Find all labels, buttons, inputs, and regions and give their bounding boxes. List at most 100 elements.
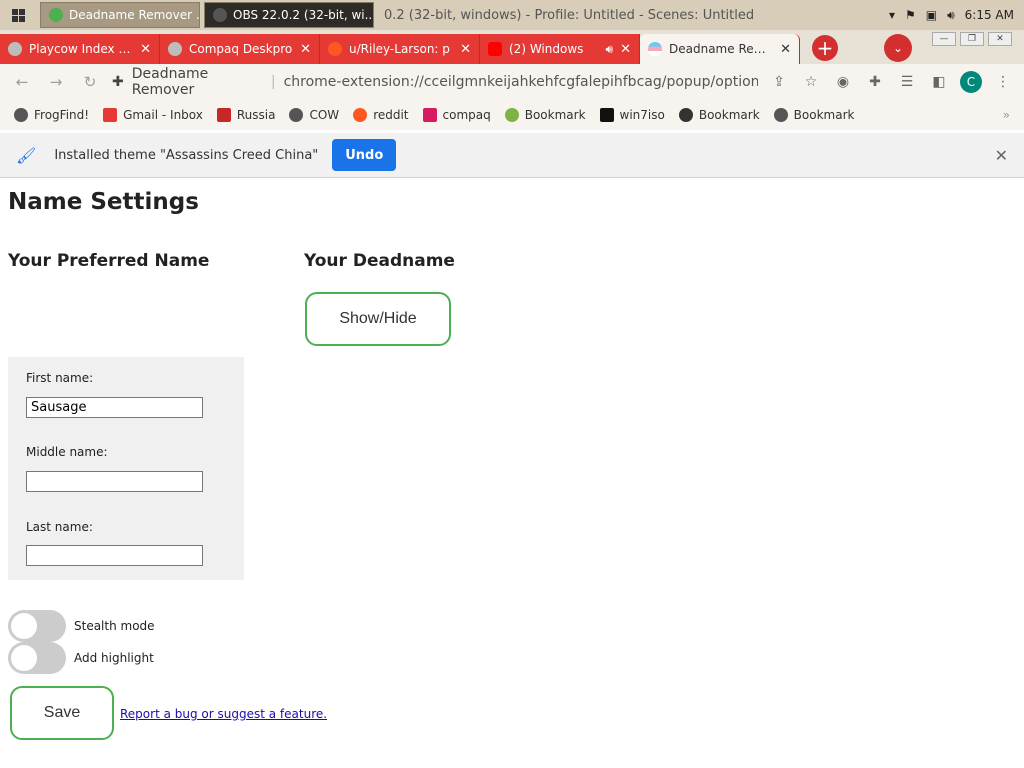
extension-puzzle-icon: ✚ (112, 74, 124, 90)
tab-deadname-remover[interactable]: Deadname Remov ✕ (640, 34, 800, 64)
bookmark-label: reddit (373, 108, 409, 122)
side-panel-icon[interactable]: ◧ (928, 74, 950, 90)
taskbar-button-chrome[interactable]: Deadname Remover ... (40, 2, 200, 28)
deadname-heading: Your Deadname (304, 251, 455, 271)
new-tab-button[interactable]: + (812, 35, 838, 61)
tray-chevron-icon[interactable]: ▾ (889, 8, 895, 22)
middle-name-field[interactable] (26, 471, 203, 492)
bookmark-label: Gmail - Inbox (123, 108, 203, 122)
tab-playcow[interactable]: Playcow Index fro ✕ (0, 34, 160, 64)
close-icon[interactable]: ✕ (140, 42, 151, 57)
reddit-icon (353, 108, 368, 122)
chrome-icon (49, 8, 63, 22)
bookmark-item[interactable]: FrogFind! (14, 108, 89, 122)
infobar-message: Installed theme "Assassins Creed China" (54, 147, 319, 163)
add-highlight-label: Add highlight (74, 651, 154, 665)
globe-icon (773, 108, 788, 122)
reading-list-icon[interactable]: ☰ (896, 74, 918, 90)
toggle-knob (11, 613, 37, 639)
bookmark-label: Russia (236, 108, 276, 122)
tab-label: (2) Windows (509, 42, 584, 56)
forward-icon[interactable]: → (44, 73, 68, 91)
tab-search-button[interactable]: ⌄ (884, 34, 912, 62)
restore-icon[interactable]: ❐ (960, 32, 984, 46)
url-text: chrome-extension://cceilgmnkeijahkehfcgf… (283, 74, 758, 90)
network-icon[interactable]: ▣ (926, 8, 937, 22)
report-bug-link[interactable]: Report a bug or suggest a feature. (120, 707, 327, 721)
obs-icon (213, 8, 227, 22)
menu-kebab-icon[interactable]: ⋮ (992, 74, 1014, 90)
clock[interactable]: 6:15 AM (965, 8, 1014, 22)
preferred-name-heading: Your Preferred Name (8, 251, 210, 271)
more-bookmarks-icon[interactable]: » (1003, 108, 1010, 122)
stealth-mode-toggle[interactable] (8, 610, 66, 642)
bookmarks-bar: FrogFind! Gmail - Inbox Russia COW reddi… (0, 100, 1024, 130)
highlight-row: Add highlight (8, 642, 154, 674)
trans-flag-icon (648, 42, 662, 56)
bookmark-item[interactable]: reddit (353, 108, 409, 122)
bookmark-item[interactable]: win7iso (599, 108, 665, 122)
close-icon[interactable]: ✕ (460, 42, 471, 57)
windows-icon (11, 8, 25, 22)
bookmark-item[interactable]: compaq (422, 108, 491, 122)
volume-icon[interactable]: 🔊︎ (947, 8, 955, 23)
globe-icon (168, 42, 182, 56)
tab-label: Deadname Remov (669, 42, 774, 56)
profile-avatar[interactable]: C (960, 71, 982, 93)
show-hide-button[interactable]: Show/Hide (305, 292, 451, 346)
start-button[interactable] (0, 0, 36, 30)
flag-icon[interactable]: ⚑ (905, 8, 916, 22)
close-icon[interactable]: ✕ (995, 146, 1008, 165)
close-icon[interactable]: ✕ (780, 42, 791, 57)
save-button[interactable]: Save (10, 686, 114, 740)
extensions-puzzle-icon[interactable]: ✚ (864, 74, 886, 90)
bookmark-item[interactable]: Russia (216, 108, 276, 122)
globe-icon (289, 108, 304, 122)
bookmark-label: Bookmark (698, 108, 760, 122)
tab-reddit[interactable]: u/Riley-Larson: p ✕ (320, 34, 480, 64)
tab-label: Compaq Deskpro (189, 42, 293, 56)
close-icon[interactable]: ✕ (300, 42, 311, 57)
extension-icon[interactable]: ◉ (832, 74, 854, 90)
globe-icon (14, 108, 28, 122)
share-icon[interactable]: ⇪ (768, 74, 790, 90)
bookmark-label: Bookmark (793, 108, 855, 122)
youtube-icon (488, 42, 502, 56)
bookmark-item[interactable]: Bookmark (678, 108, 760, 122)
bookmark-item[interactable]: Gmail - Inbox (103, 108, 203, 122)
taskbar-button-obs[interactable]: OBS 22.0.2 (32-bit, wi... (204, 2, 374, 28)
reload-icon[interactable]: ↻ (78, 73, 102, 91)
last-name-field[interactable] (26, 545, 203, 566)
skull-icon (678, 108, 693, 122)
tab-compaq[interactable]: Compaq Deskpro ✕ (160, 34, 320, 64)
first-name-field[interactable] (26, 397, 203, 418)
options-page: Name Settings Your Preferred Name Your D… (0, 179, 1024, 768)
stealth-mode-row: Stealth mode (8, 610, 155, 642)
minimize-icon[interactable]: — (932, 32, 956, 46)
audio-playing-icon[interactable]: 🔊︎ (606, 42, 614, 57)
bookmark-item[interactable]: Bookmark (773, 108, 855, 122)
window-close-icon[interactable]: ✕ (988, 32, 1012, 46)
gmail-icon (103, 108, 118, 122)
undo-button[interactable]: Undo (332, 139, 397, 171)
theme-infobar: 🖌︎ Installed theme "Assassins Creed Chin… (0, 133, 1024, 178)
last-name-label: Last name: (26, 520, 93, 534)
tw-icon (599, 108, 614, 122)
close-icon[interactable]: ✕ (620, 42, 631, 57)
back-icon[interactable]: ← (10, 73, 34, 91)
add-highlight-toggle[interactable] (8, 642, 66, 674)
globe-icon (8, 42, 22, 56)
system-tray: ▾ ⚑ ▣ 🔊︎ 6:15 AM (889, 8, 1024, 23)
taskbar-button-label: OBS 22.0.2 (32-bit, wi... (233, 8, 374, 22)
bookmark-item[interactable]: Bookmark (504, 108, 586, 122)
tab-youtube[interactable]: (2) Windows 🔊︎ ✕ (480, 34, 640, 64)
reddit-icon (328, 42, 342, 56)
bookmark-item[interactable]: COW (289, 108, 339, 122)
bookmark-star-icon[interactable]: ☆ (800, 74, 822, 90)
bookmark-label: win7iso (619, 108, 665, 122)
taskbar-button-label: Deadname Remover ... (69, 8, 200, 22)
address-bar[interactable]: ✚ Deadname Remover | chrome-extension://… (112, 66, 758, 98)
site-name: Deadname Remover (131, 66, 209, 98)
tab-label: u/Riley-Larson: p (349, 42, 450, 56)
toggle-knob (11, 645, 37, 671)
